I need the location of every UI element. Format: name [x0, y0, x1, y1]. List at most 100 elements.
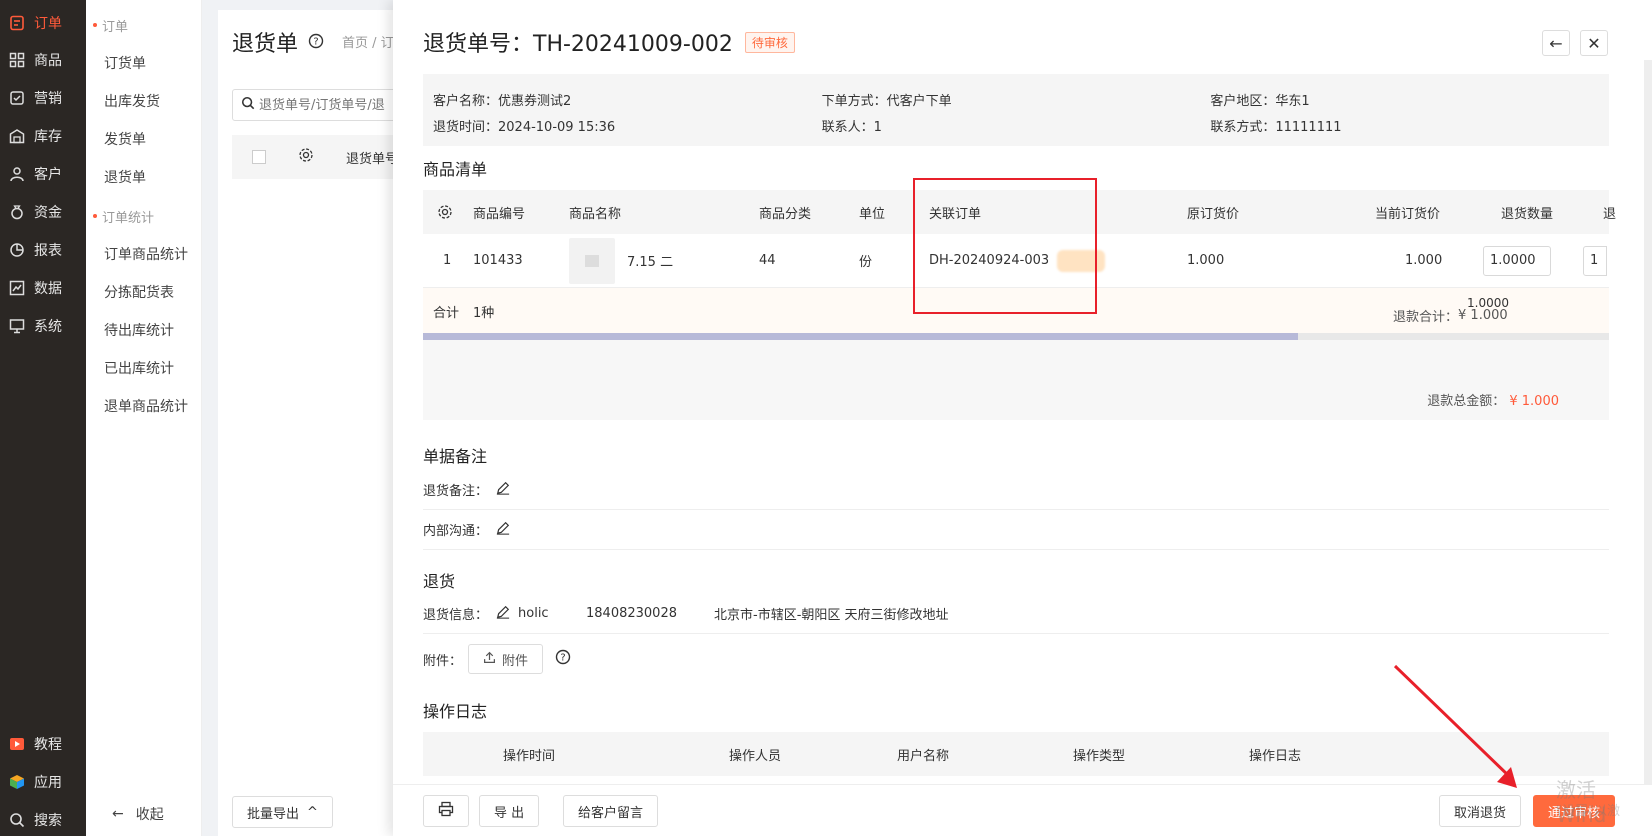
sum-kinds: 1种 [473, 305, 495, 321]
nav-item-search[interactable]: 搜索 [0, 804, 86, 836]
attach-label: 附件： [423, 653, 463, 669]
refund-total-value: ¥ 1.000 [1458, 307, 1508, 323]
collapse-button[interactable]: ← 收起 [112, 804, 164, 824]
export-button[interactable]: 导 出 [479, 795, 540, 827]
scrollbar-thumb[interactable] [423, 333, 1298, 340]
extra-input[interactable] [1583, 245, 1607, 276]
search-icon [241, 96, 255, 114]
internal-remark-row: 内部沟通： [423, 510, 1609, 550]
svg-text:?: ? [560, 653, 565, 664]
nav-item-apps[interactable]: 应用 [0, 766, 86, 798]
subnav-item-pending-out[interactable]: 待出库统计 [104, 320, 174, 340]
nav-item-funds[interactable]: 资金 [0, 196, 86, 228]
nav-label: 订单 [34, 16, 62, 32]
drawer-scrollbar[interactable] [1644, 60, 1652, 820]
row-name: 7.15 二 [627, 255, 674, 270]
nav-item-system[interactable]: 系统 [0, 310, 86, 342]
close-button[interactable]: ✕ [1580, 30, 1608, 56]
log-col-type: 操作类型 [1073, 748, 1126, 764]
sub-nav: 订单 订货单 出库发货 发货单 退货单 订单统计 订单商品统计 分拣配货表 待出… [86, 0, 202, 836]
breadcrumb[interactable]: 首页 / 订 [342, 32, 394, 51]
nav-label: 搜索 [34, 813, 62, 829]
cube-icon [8, 773, 26, 791]
edit-icon[interactable] [496, 481, 510, 499]
status-badge: 待审核 [744, 31, 795, 53]
highlight-box [913, 178, 1097, 314]
list-page-title: 退货单 ? [232, 26, 324, 58]
col-category: 商品分类 [759, 206, 812, 222]
log-col-username: 用户名称 [897, 748, 950, 764]
back-button[interactable]: ← [1542, 30, 1570, 56]
attach-button[interactable]: 附件 [468, 644, 544, 674]
list-search-box[interactable] [232, 89, 402, 121]
col-name: 商品名称 [569, 206, 622, 222]
message-customer-button[interactable]: 给客户留言 [563, 795, 659, 827]
subnav-item-orders[interactable]: 订货单 [104, 53, 146, 73]
arrow-left-icon: ← [112, 806, 124, 822]
order-icon [8, 14, 26, 32]
nav-item-stock[interactable]: 库存 [0, 120, 86, 152]
nav-label: 报表 [34, 243, 62, 259]
row-unit: 份 [859, 255, 873, 270]
pie-chart-icon [8, 241, 26, 259]
subnav-group-stats: 订单统计 [86, 207, 154, 226]
nav-item-data[interactable]: 数据 [0, 272, 86, 304]
subnav-item-outbound[interactable]: 出库发货 [104, 91, 160, 111]
search-icon [8, 811, 26, 829]
info-order-method: 下单方式：代客户下单 [821, 93, 952, 109]
nav-label: 教程 [34, 737, 62, 753]
cancel-return-button[interactable]: 取消退货 [1439, 795, 1522, 827]
nav-item-customer[interactable]: 客户 [0, 158, 86, 190]
return-info-row: 退货信息： holic 18408230028 北京市-市辖区-朝阳区 天府三街… [423, 594, 1609, 634]
drawer-title-text: 退货单号：TH-20241009-002 [423, 32, 733, 57]
subnav-item-shipped[interactable]: 已出库统计 [104, 358, 174, 378]
return-remark-label: 退货备注： [423, 484, 489, 499]
batch-export-label: 批量导出 [247, 806, 300, 822]
subnav-item-order-goods-stats[interactable]: 订单商品统计 [104, 244, 188, 264]
nav-item-tutorial[interactable]: 教程 [0, 728, 86, 760]
return-address: 北京市-市辖区-朝阳区 天府三街修改地址 [714, 608, 949, 623]
log-col-operator: 操作人员 [729, 748, 782, 764]
row-extra-cell [1583, 234, 1607, 287]
nav-item-goods[interactable]: 商品 [0, 44, 86, 76]
nav-item-report[interactable]: 报表 [0, 234, 86, 266]
image-placeholder-icon [585, 254, 599, 267]
nav-item-order[interactable]: 订单 [0, 7, 86, 39]
row-category: 44 [759, 253, 776, 268]
print-button[interactable] [423, 795, 469, 827]
upload-icon [483, 651, 496, 668]
nav-label: 库存 [34, 129, 62, 145]
subnav-item-delivery[interactable]: 发货单 [104, 129, 146, 149]
return-info-label: 退货信息： [423, 608, 489, 623]
batch-export-button[interactable]: 批量导出 ^ [232, 796, 333, 828]
edit-icon[interactable] [496, 521, 510, 539]
refund-sum-box: 退款总金额： ¥ 1.000 [423, 340, 1609, 420]
help-icon[interactable]: ? [308, 30, 324, 55]
subnav-item-returns[interactable]: 退货单 [104, 167, 146, 187]
return-remark-row: 退货备注： [423, 470, 1609, 510]
gear-icon[interactable] [437, 190, 453, 234]
grid-icon [8, 51, 26, 69]
nav-label: 客户 [34, 167, 62, 183]
warehouse-icon [8, 127, 26, 145]
product-thumbnail[interactable] [569, 237, 615, 284]
nav-label: 数据 [34, 281, 62, 297]
row-orig-price: 1.000 [1187, 253, 1225, 268]
subnav-item-sorting[interactable]: 分拣配货表 [104, 282, 174, 302]
close-icon: ✕ [1587, 33, 1601, 53]
nav-item-marketing[interactable]: 营销 [0, 82, 86, 114]
return-qty-input[interactable] [1483, 245, 1551, 276]
list-search-input[interactable] [259, 97, 399, 113]
main-nav: 订单 商品 营销 库存 客户 资金 报表 数据 系统 教程 应用 搜索 [0, 0, 86, 836]
chevron-up-icon: ^ [307, 804, 318, 820]
subnav-item-return-goods-stats[interactable]: 退单商品统计 [104, 396, 188, 416]
refund-total: 退款合计： ¥ 1.000 [1393, 292, 1508, 338]
select-all-checkbox[interactable] [252, 150, 266, 164]
row-cur-price: 1.000 [1405, 253, 1443, 268]
list-card [218, 10, 408, 836]
goods-horizontal-scrollbar[interactable] [423, 333, 1609, 340]
nav-label: 系统 [34, 319, 62, 335]
gear-icon[interactable] [298, 147, 314, 167]
help-icon[interactable]: ? [555, 649, 571, 669]
edit-icon[interactable] [496, 605, 510, 623]
